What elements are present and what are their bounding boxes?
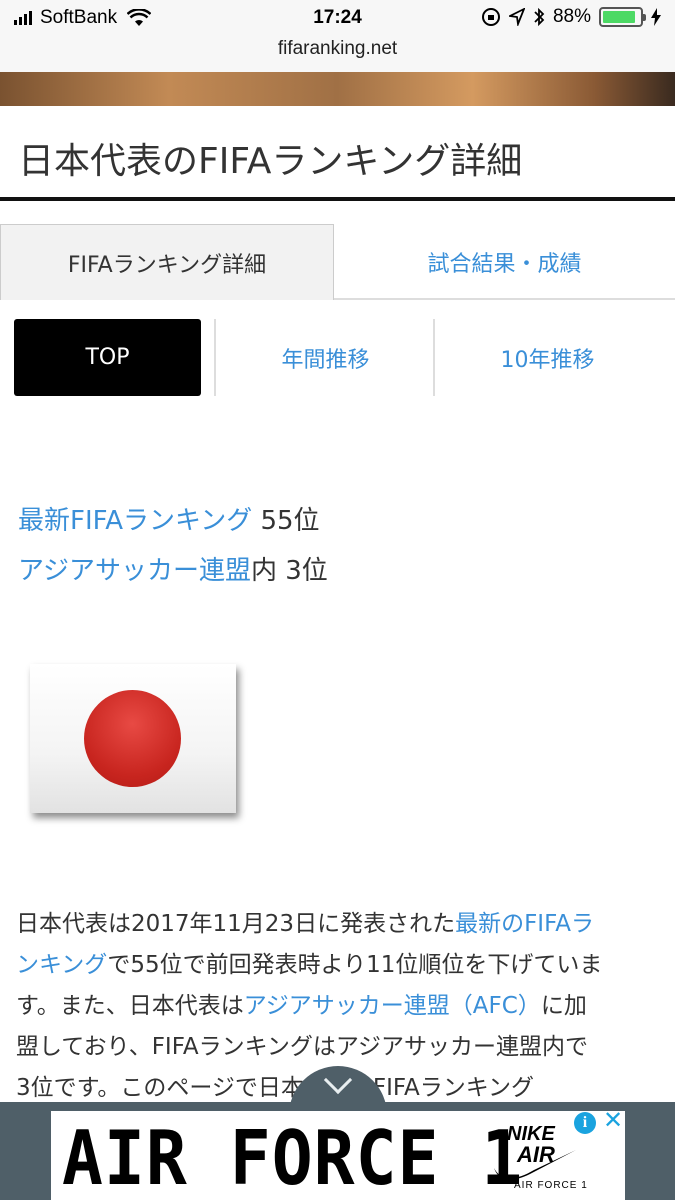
tab-label: FIFAランキング詳細: [67, 252, 267, 278]
tab-divider: [334, 298, 675, 300]
desc-text: で55位で前回発表時より11位順位を下げていま: [107, 952, 603, 978]
desc-text: に加: [540, 993, 587, 1019]
ad-brand: NIKE: [507, 1123, 555, 1145]
fifa-rank-value: 55位: [260, 506, 320, 536]
latest-fifa-ranking-inline-link-cont[interactable]: ンキング: [16, 952, 107, 978]
header-banner-image: [0, 72, 675, 106]
status-bar: SoftBank 17:24 88%: [0, 0, 675, 38]
ad-tagline: AIR FORCE 1: [514, 1180, 588, 1191]
orientation-lock-icon: [481, 8, 500, 26]
title-divider: [0, 197, 675, 201]
ad-headline[interactable]: AIR FORCE 1: [62, 1116, 523, 1200]
url-domain[interactable]: fifaranking.net: [278, 38, 397, 59]
latest-fifa-ranking-link[interactable]: 最新FIFAランキング: [18, 506, 252, 536]
subtab-10-year-trend[interactable]: 10年推移: [435, 319, 660, 396]
subtab-annual-trend[interactable]: 年間推移: [216, 319, 435, 396]
tab-label: 試合結果・成績: [427, 252, 582, 277]
desc-text: 日本代表は2017年11月23日に発表された: [16, 911, 456, 937]
afc-ranking-line: アジアサッカー連盟内 3位: [18, 550, 328, 587]
info-icon[interactable]: i: [574, 1112, 596, 1134]
battery-percent: 88%: [552, 6, 591, 27]
battery-icon: [599, 7, 646, 27]
charging-bolt-icon: [651, 8, 661, 26]
bluetooth-icon: [534, 7, 545, 27]
ad-brand-sub: AIR: [517, 1142, 555, 1167]
desc-text: 盟しており、FIFAランキングはアジアサッカー連盟内で: [16, 1034, 588, 1060]
afc-inline-link[interactable]: アジアサッカー連盟（AFC）: [244, 993, 541, 1019]
tab-match-results[interactable]: 試合結果・成績: [334, 224, 675, 300]
japan-flag-image: [30, 664, 236, 813]
latest-fifa-ranking-inline-link[interactable]: 最新のFIFAラ: [455, 911, 594, 937]
url-bar[interactable]: fifaranking.net: [0, 38, 675, 72]
tab-fifa-ranking-detail[interactable]: FIFAランキング詳細: [0, 224, 334, 300]
subtab-top[interactable]: TOP: [14, 319, 201, 396]
page-title: 日本代表のFIFAランキング詳細: [18, 141, 523, 182]
desc-text: す。また、日本代表は: [16, 993, 244, 1019]
afc-link[interactable]: アジアサッカー連盟: [18, 556, 251, 586]
afc-rank-value: 3位: [285, 556, 328, 586]
flag-red-disc: [84, 690, 181, 787]
subtab-label: TOP: [85, 345, 130, 370]
subtab-label: 10年推移: [500, 347, 595, 373]
location-arrow-icon: [508, 8, 525, 26]
close-icon[interactable]: ✕: [601, 1108, 625, 1134]
afc-suffix: 内: [250, 556, 277, 586]
subtab-label: 年間推移: [281, 347, 370, 373]
fifa-ranking-line: 最新FIFAランキング 55位: [18, 500, 320, 537]
